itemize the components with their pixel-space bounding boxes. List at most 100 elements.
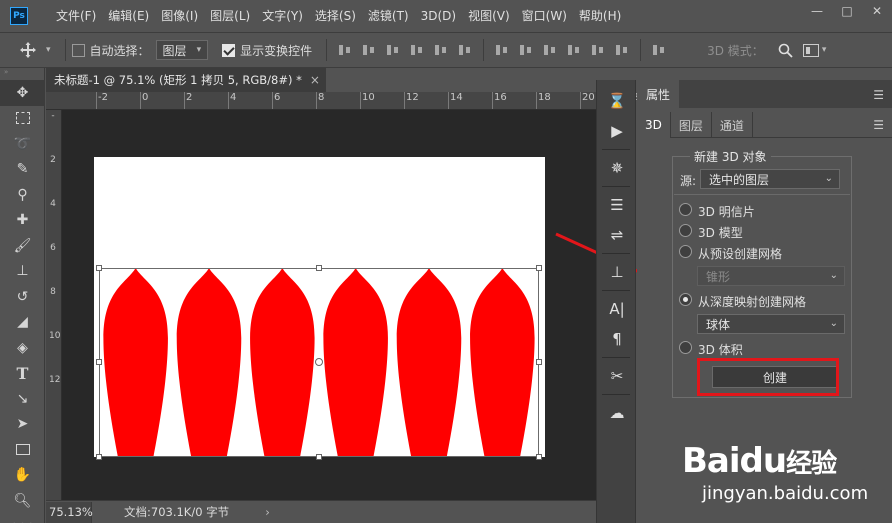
transform-handle[interactable] [316,265,322,271]
close-tab-icon[interactable]: × [310,73,320,87]
preset-mesh-select[interactable]: 锥形 ⌄ [697,266,845,286]
align-left-icon[interactable] [410,43,424,57]
subpanel-menu-icon[interactable]: ☰ [873,118,884,132]
direct-select-tool[interactable]: ➤ [0,412,45,438]
more-tools[interactable]: ••• [0,514,45,523]
transform-handle[interactable] [536,265,542,271]
character-panel-icon[interactable]: A| [597,294,637,324]
transform-handle[interactable] [96,265,102,271]
zoom-icon: 🔍︎ [13,492,32,509]
history-panel-icon[interactable]: ⌛ [597,86,637,116]
brush-settings-icon[interactable]: ☰ [597,190,637,220]
menu-item[interactable]: 3D(D) [415,0,462,32]
distribute-bottom-icon[interactable] [543,43,557,57]
panel-menu-icon[interactable]: ☰ [873,88,884,102]
close-button[interactable]: ✕ [862,0,892,22]
align-top-icon[interactable] [338,43,352,57]
type-tool[interactable]: T [0,361,45,387]
menu-item[interactable]: 帮助(H) [573,0,627,32]
transform-handle[interactable] [536,454,542,460]
reference-point-handle[interactable] [315,358,323,366]
clone-source-icon[interactable]: ⊥ [597,257,637,287]
transform-handle[interactable] [96,454,102,460]
path-select-tool[interactable]: ↘ [0,386,45,412]
minimize-button[interactable]: — [802,0,832,22]
menu-item[interactable]: 视图(V) [462,0,516,32]
tab-3d[interactable]: 3D [637,112,671,138]
properties-title[interactable]: 属性 [637,80,679,108]
distribute-right-icon[interactable] [615,43,629,57]
vertical-ruler[interactable]: - 2 4 6 8 10 12 [46,110,62,500]
maximize-button[interactable]: □ [832,0,862,22]
tool-presets-icon[interactable]: ✂ [597,361,637,391]
tool-preset-chevron-icon[interactable]: ▾ [46,45,51,55]
menu-item[interactable]: 选择(S) [309,0,362,32]
source-select[interactable]: 选中的图层 ⌄ [700,169,840,189]
tab-channels[interactable]: 通道 [712,112,753,138]
zoom-level-field[interactable]: 75.13% [46,501,93,523]
lasso-tool[interactable]: ➰ [0,131,45,157]
healing-tool[interactable]: ✚ [0,208,45,234]
search-icon[interactable] [778,43,793,58]
radio-3d-model[interactable] [679,224,692,237]
paragraph-panel-icon[interactable]: ¶ [597,324,637,354]
distribute-vcenter-icon[interactable] [519,43,533,57]
menu-item[interactable]: 文件(F) [50,0,102,32]
hand-tool[interactable]: ✋ [0,463,45,489]
stamp-tool[interactable]: ⊥ [0,259,45,285]
move-tool-icon[interactable] [20,42,46,58]
auto-align-icon[interactable] [652,43,666,57]
brush-tool[interactable]: 🖌 [0,233,45,259]
workspace-icon[interactable] [802,43,819,57]
distribute-left-icon[interactable] [567,43,581,57]
history-brush-tool[interactable]: ↺ [0,284,45,310]
move-tool[interactable]: ✥ [0,80,45,106]
radio-3d-volume[interactable] [679,341,692,354]
horizontal-ruler[interactable]: -20246810121416182022 [46,92,639,110]
adjustments-icon[interactable]: ⇌ [597,220,637,250]
distribute-hcenter-icon[interactable] [591,43,605,57]
3d-mode-label: 3D 模式： [707,43,764,58]
show-transform-checkbox[interactable] [222,43,236,57]
align-hcenter-icon[interactable] [434,43,448,57]
transform-handle[interactable] [96,359,102,365]
align-bottom-icon[interactable] [386,43,400,57]
paint-bucket-tool[interactable]: ◈ [0,335,45,361]
status-menu-arrow-icon[interactable]: › [265,505,270,519]
menu-item[interactable]: 编辑(E) [102,0,155,32]
workspace-chevron-icon[interactable]: ▾ [822,45,827,55]
toolbar-collapse-icon[interactable]: » [0,68,44,80]
quick-select-tool[interactable]: ✎ [0,157,45,183]
shape-tool[interactable] [0,437,45,463]
transform-handle[interactable] [536,359,542,365]
menu-item[interactable]: 滤镜(T) [362,0,415,32]
ruler-tick-label: 12 [49,375,61,385]
creative-cloud-icon[interactable]: ☁ [597,398,637,428]
crop-tool[interactable]: ⚲ [0,182,45,208]
radio-mesh-from-depth-map[interactable] [679,293,692,306]
3d-panel-icon[interactable]: ✵ [597,153,637,183]
align-vcenter-icon[interactable] [362,43,376,57]
options-bar: ▾ 自动选择： 图层 ▾ 显示变换控件 3D 模式： ▾ [0,32,892,68]
auto-select-checkbox[interactable] [71,43,85,57]
document-tab[interactable]: 未标题-1 @ 75.1% (矩形 1 拷贝 5, RGB/8#) * × [46,68,326,92]
menu-item[interactable]: 图像(I) [155,0,204,32]
eraser-icon: ◢ [17,314,28,331]
marquee-tool[interactable] [0,106,45,132]
menu-item[interactable]: 文字(Y) [256,0,309,32]
distribute-top-icon[interactable] [495,43,509,57]
radio-mesh-from-preset[interactable] [679,245,692,258]
eraser-tool[interactable]: ◢ [0,310,45,336]
align-right-icon[interactable] [458,43,472,57]
transform-bounding-box[interactable] [96,265,542,460]
ruler-tick-label: 12 [406,92,419,103]
transform-handle[interactable] [316,454,322,460]
menu-item[interactable]: 图层(L) [204,0,256,32]
zoom-tool[interactable]: 🔍︎ [0,488,45,514]
radio-3d-postcard[interactable] [679,203,692,216]
depth-map-shape-select[interactable]: 球体 ⌄ [697,314,845,334]
actions-play-icon[interactable]: ▶ [597,116,637,146]
menu-item[interactable]: 窗口(W) [516,0,573,32]
tab-layers[interactable]: 图层 [671,112,712,138]
auto-select-target-select[interactable]: 图层 ▾ [155,40,209,60]
